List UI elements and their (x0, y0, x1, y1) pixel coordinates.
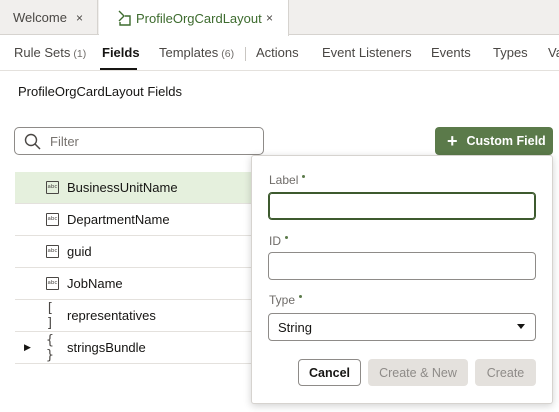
expand-arrow-icon[interactable]: ▶ (24, 342, 31, 353)
cancel-button[interactable]: Cancel (298, 359, 361, 386)
id-field-label: ID (269, 234, 288, 248)
field-row-job-name[interactable]: abc JobName (15, 268, 255, 300)
plus-icon: + (447, 131, 458, 151)
field-label: JobName (67, 276, 123, 291)
filter-input[interactable] (50, 133, 240, 149)
tab-fields-label: Fields (102, 45, 140, 60)
tab-actions[interactable]: Actions (256, 45, 299, 60)
close-icon[interactable]: × (76, 11, 83, 25)
tab-templates-label: Templates (159, 45, 219, 60)
tab-event-listeners[interactable]: Event Listeners (322, 45, 412, 60)
type-field-label: Type (269, 293, 303, 307)
required-indicator-icon (302, 175, 306, 178)
array-type-icon: [ ] (46, 300, 54, 331)
custom-field-button-label: Custom Field (466, 134, 546, 148)
field-row-strings-bundle[interactable]: ▶ { } stringsBundle (15, 332, 255, 364)
custom-field-popup: Label ID Type String Cancel Create & New… (251, 155, 553, 404)
string-type-icon: abc (46, 245, 59, 258)
chevron-down-icon (517, 324, 525, 329)
id-input[interactable] (268, 252, 536, 280)
create-and-new-button[interactable]: Create & New (368, 359, 468, 386)
close-icon[interactable]: × (266, 11, 273, 25)
field-list: abc BusinessUnitName abc DepartmentName … (15, 172, 255, 364)
string-type-icon: abc (46, 181, 59, 194)
active-tab-indicator (100, 68, 137, 70)
tab-welcome[interactable]: Welcome × (0, 0, 98, 35)
tab-variables-label: Va (548, 45, 559, 60)
string-type-icon: abc (46, 213, 59, 226)
add-custom-field-button[interactable]: + Custom Field (435, 127, 553, 155)
tab-actions-label: Actions (256, 45, 299, 60)
subnav-divider (245, 47, 246, 61)
page-title: ProfileOrgCardLayout Fields (18, 84, 183, 99)
search-icon (24, 133, 41, 150)
tab-templates[interactable]: Templates (6) (159, 45, 234, 60)
field-row-representatives[interactable]: [ ] representatives (15, 300, 255, 332)
required-indicator-icon (285, 236, 288, 239)
tab-events-label: Events (431, 45, 471, 60)
tab-events[interactable]: Events (431, 45, 471, 60)
tab-types[interactable]: Types (493, 45, 528, 60)
tab-variables[interactable]: Va (548, 45, 559, 60)
label-field-label: Label (269, 173, 306, 187)
tab-profile-org-card-layout-label: ProfileOrgCardLayout (136, 10, 262, 26)
tab-fields[interactable]: Fields (102, 45, 140, 60)
required-indicator-icon (299, 295, 303, 298)
tab-types-label: Types (493, 45, 528, 60)
layout-icon (118, 10, 131, 26)
filter-box[interactable] (14, 127, 264, 155)
tab-rule-sets-label: Rule Sets (14, 45, 71, 60)
tab-templates-count: (6) (221, 48, 235, 60)
field-row-business-unit-name[interactable]: abc BusinessUnitName (15, 172, 255, 204)
string-type-icon: abc (46, 277, 59, 290)
tab-profile-org-card-layout[interactable]: ProfileOrgCardLayout × (99, 0, 289, 36)
type-select[interactable]: String (268, 313, 536, 341)
type-select-value: String (278, 319, 312, 335)
object-type-icon: { } (46, 332, 54, 363)
field-label: stringsBundle (67, 340, 146, 355)
tab-event-listeners-label: Event Listeners (322, 45, 412, 60)
field-label: representatives (67, 308, 156, 323)
document-tab-bar: Welcome × ProfileOrgCardLayout × (0, 0, 559, 36)
editor-subnav: Rule Sets (1) Fields Templates (6) Actions… (0, 36, 559, 71)
field-row-guid[interactable]: abc guid (15, 236, 255, 268)
field-row-department-name[interactable]: abc DepartmentName (15, 204, 255, 236)
field-label: DepartmentName (67, 212, 170, 227)
field-label: BusinessUnitName (67, 180, 178, 195)
label-input[interactable] (268, 192, 536, 220)
create-button[interactable]: Create (475, 359, 536, 386)
tab-rule-sets[interactable]: Rule Sets (1) (14, 45, 86, 60)
field-label: guid (67, 244, 92, 259)
tab-rule-sets-count: (1) (73, 48, 87, 60)
tab-welcome-label: Welcome (13, 10, 67, 25)
